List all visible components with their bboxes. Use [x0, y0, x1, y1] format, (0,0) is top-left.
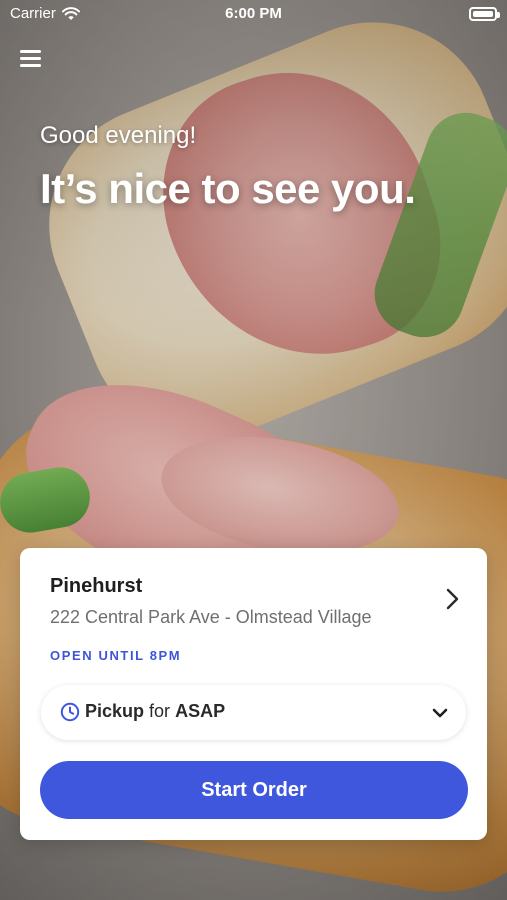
battery-icon [469, 7, 500, 21]
order-card: Pinehurst 222 Central Park Ave - Olmstea… [20, 548, 487, 840]
status-bar: Carrier 6:00 PM [0, 0, 507, 28]
chevron-right-icon [446, 588, 459, 610]
chevron-down-icon [432, 708, 448, 718]
order-mode: Pickup [85, 701, 145, 721]
order-mode-connector: for [149, 701, 171, 721]
welcome-headline: It’s nice to see you. [40, 165, 416, 212]
location-name: Pinehurst [50, 575, 143, 597]
pickup-time-selector[interactable]: Pickup for ASAP [41, 685, 466, 740]
clock-icon [60, 702, 80, 722]
location-selector[interactable]: Pinehurst 222 Central Park Ave - Olmstea… [20, 548, 487, 648]
order-time: ASAP [175, 701, 226, 721]
pickup-summary: Pickup for ASAP [85, 701, 225, 722]
location-address: 222 Central Park Ave - Olmstead Village [50, 607, 372, 627]
clock-time: 6:00 PM [225, 5, 282, 22]
menu-line [20, 64, 41, 67]
menu-line [20, 50, 41, 53]
hamburger-icon[interactable] [20, 48, 42, 68]
hours-status: OPEN UNTIL 8PM [50, 648, 182, 663]
greeting-text: Good evening! [40, 122, 197, 149]
menu-line [20, 57, 41, 60]
start-order-button[interactable]: Start Order [40, 761, 468, 819]
